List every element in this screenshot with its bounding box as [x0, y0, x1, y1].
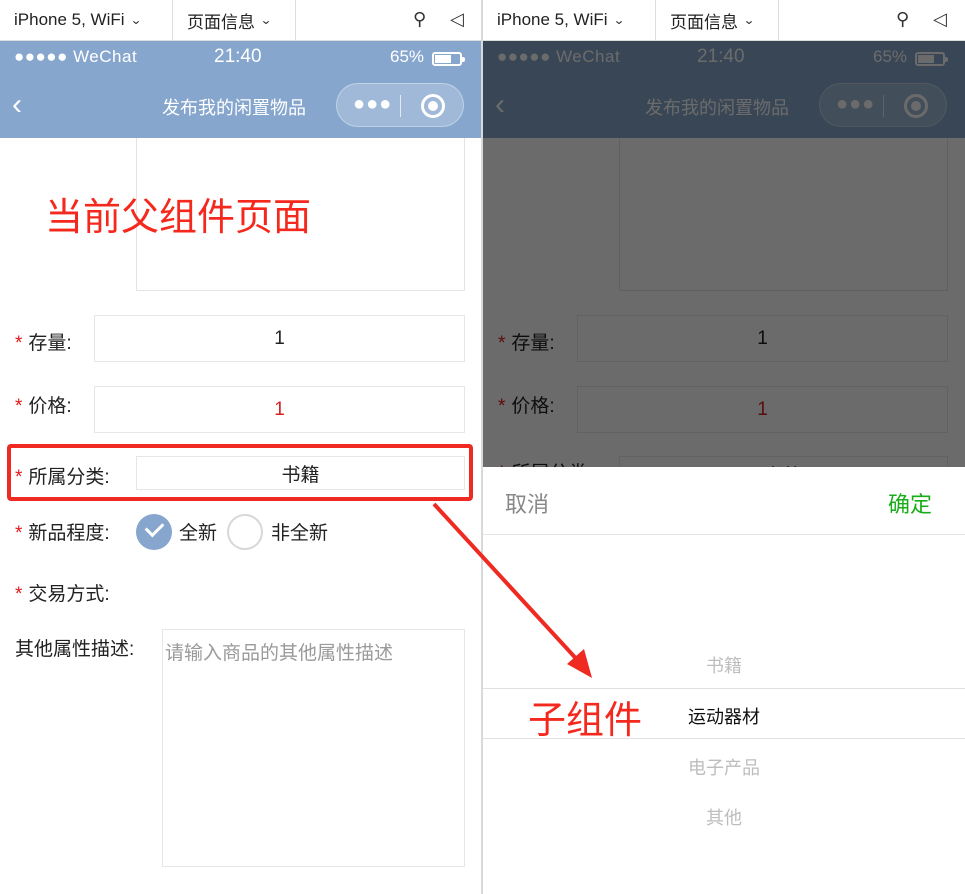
trade-label: * 交易方式:: [15, 579, 110, 606]
more-icon[interactable]: ●●●: [353, 93, 392, 116]
status-bar: ●●●●● WeChat 21:40 65%: [0, 41, 482, 74]
picker-confirm-button[interactable]: 确定: [888, 487, 932, 519]
required-mark: *: [15, 523, 23, 544]
stock-input[interactable]: 1: [94, 315, 465, 362]
parent-annotation: 当前父组件页面: [45, 197, 312, 239]
picker-header: 取消 确定: [483, 467, 965, 535]
required-mark: *: [15, 333, 23, 354]
clock: 21:40: [214, 46, 262, 67]
condition-label-text: 新品程度:: [28, 523, 110, 544]
desc-label: 其他属性描述:: [15, 639, 135, 660]
device-select[interactable]: iPhone 5, WiFi ⌄: [483, 0, 656, 41]
devtools-toolbar: iPhone 5, WiFi ⌄ 页面信息 ⌄ ⚲ ◁: [0, 0, 482, 41]
radio-new[interactable]: [136, 514, 172, 550]
desc-textarea[interactable]: 请输入商品的其他属性描述: [162, 629, 465, 867]
carrier-label: ●●●●● WeChat: [14, 47, 138, 66]
category-picker[interactable]: 书籍: [136, 456, 465, 490]
battery-percent: 65%: [390, 47, 425, 66]
chevron-down-icon: ⌄: [742, 13, 756, 27]
child-picker-panel: iPhone 5, WiFi ⌄ 页面信息 ⌄ ⚲ ◁ ●●●●● WeChat…: [483, 0, 965, 894]
devtools-toolbar: iPhone 5, WiFi ⌄ 页面信息 ⌄ ⚲ ◁: [483, 0, 965, 41]
category-label-text: 所属分类:: [28, 467, 110, 488]
capsule-divider: [400, 95, 401, 117]
page-info-label: 页面信息: [187, 12, 255, 32]
back-icon[interactable]: ‹: [12, 90, 22, 120]
picker-option[interactable]: 电子产品: [483, 754, 965, 780]
price-label-text: 价格:: [28, 396, 72, 417]
device-select[interactable]: iPhone 5, WiFi ⌄: [0, 0, 173, 41]
picker-option[interactable]: 书籍: [483, 652, 965, 678]
stock-label-text: 存量:: [28, 333, 72, 354]
page-info-select[interactable]: 页面信息 ⌄: [656, 0, 779, 41]
child-annotation: 子组件: [528, 700, 643, 742]
page-info-select[interactable]: 页面信息 ⌄: [173, 0, 296, 41]
nav-bar: ‹ 发布我的闲置物品 ●●●: [0, 74, 482, 138]
required-mark: *: [15, 467, 23, 488]
modal-mask[interactable]: [483, 41, 965, 468]
radio-new-label: 全新: [179, 523, 218, 544]
page-info-label: 页面信息: [670, 12, 738, 32]
form-content: 当前父组件页面 * 存量: 1 * 价格: 1 * 所属分类: 书籍 * 新品程度: 全…: [0, 138, 482, 894]
trade-label-text: 交易方式:: [28, 584, 110, 605]
battery-icon: [432, 52, 465, 66]
price-input[interactable]: 1: [94, 386, 465, 433]
device-select-label: iPhone 5, WiFi: [497, 10, 608, 29]
chevron-down-icon: ⌄: [259, 13, 273, 27]
parent-page-panel: iPhone 5, WiFi ⌄ 页面信息 ⌄ ⚲ ◁ ●●●●● WeChat…: [0, 0, 482, 894]
required-mark: *: [15, 396, 23, 417]
pin-icon[interactable]: ⚲: [413, 9, 426, 30]
battery-fill: [435, 55, 451, 63]
required-mark: *: [15, 584, 23, 605]
radio-used[interactable]: [227, 514, 263, 550]
page-title: 发布我的闲置物品: [162, 98, 306, 118]
chevron-down-icon: ⌄: [129, 13, 142, 27]
speaker-icon[interactable]: ◁: [933, 9, 947, 30]
picker-cancel-button[interactable]: 取消: [505, 487, 549, 519]
speaker-icon[interactable]: ◁: [450, 9, 464, 30]
category-label: *所属分类:: [15, 462, 110, 489]
close-miniprogram-icon[interactable]: [421, 94, 445, 118]
price-label: *价格:: [15, 391, 72, 418]
picker-option[interactable]: 其他: [483, 804, 965, 830]
pin-icon[interactable]: ⚲: [896, 9, 909, 30]
device-select-label: iPhone 5, WiFi: [14, 10, 125, 29]
condition-label: * 新品程度:: [15, 518, 110, 545]
radio-used-label: 非全新: [271, 523, 329, 544]
category-picker-sheet: 取消 确定 书籍 运动器材 电子产品 其他 子组件: [483, 467, 965, 894]
stock-label: *存量:: [15, 328, 72, 355]
chevron-down-icon: ⌄: [612, 13, 625, 27]
menu-capsule: ●●●: [336, 83, 464, 127]
